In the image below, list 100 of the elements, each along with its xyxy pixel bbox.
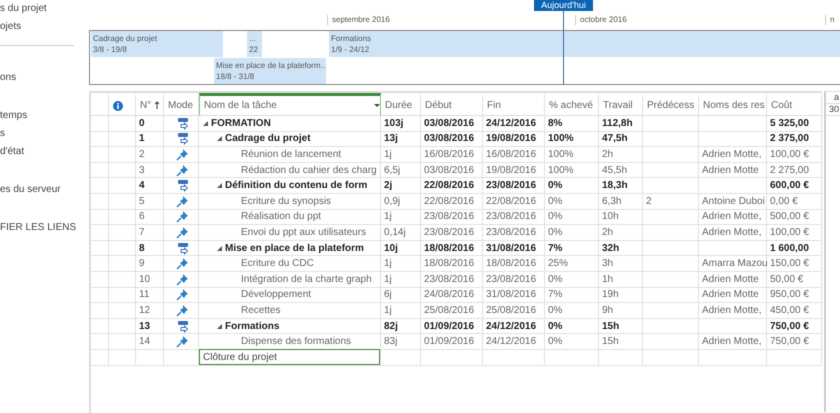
column-header[interactable]: % achevé: [545, 93, 599, 116]
table-cell: 1j: [381, 272, 421, 288]
row-header[interactable]: [91, 132, 109, 148]
table-cell: 2 275,00: [767, 162, 822, 178]
row-header[interactable]: [91, 178, 109, 194]
table-cell: 750,00 €: [767, 334, 822, 350]
table-cell: 112,8h: [599, 116, 643, 132]
table-cell: 0%: [545, 210, 599, 226]
timeline-bar[interactable]: Formations 1/9 - 24/12: [329, 31, 840, 57]
bar-label: ...: [249, 34, 257, 43]
table-cell: 1 600,00: [767, 240, 822, 256]
empty-cell: [109, 147, 136, 163]
column-header[interactable]: Coût: [767, 93, 822, 116]
task-name: Recettes: [241, 304, 280, 316]
column-header[interactable]: Nom de la tâche: [199, 93, 381, 116]
task-number: 9: [136, 256, 164, 272]
empty-cell: [767, 350, 822, 366]
row-header[interactable]: [91, 318, 109, 334]
sidebar-item[interactable]: temps: [0, 110, 88, 122]
task-number: 0: [136, 116, 164, 132]
empty-cell: [109, 334, 136, 350]
row-header[interactable]: [91, 350, 109, 366]
task-number: 2: [136, 147, 164, 163]
row-header[interactable]: [91, 272, 109, 288]
task-number: 5: [136, 194, 164, 210]
row-header[interactable]: [91, 256, 109, 272]
table-cell: 1j: [381, 256, 421, 272]
table-cell: 600,00 €: [767, 178, 822, 194]
empty-cell: [545, 350, 599, 366]
empty-cell: [109, 256, 136, 272]
bar-dates: 3/8 - 19/8: [93, 45, 128, 54]
task-number: 14: [136, 334, 164, 350]
today-badge: Aujourd'hui: [534, 0, 593, 11]
month-label: septembre 2016: [327, 15, 390, 25]
table-cell: 2h: [599, 225, 643, 241]
table-cell: 25/08/2016: [483, 303, 545, 319]
row-header[interactable]: [91, 240, 109, 256]
row-header[interactable]: [91, 303, 109, 319]
column-header[interactable]: Fin: [483, 93, 545, 116]
empty-cell: [699, 318, 767, 334]
timeline-bar[interactable]: Cadrage du projet 3/8 - 19/8: [91, 31, 223, 57]
empty-cell: [643, 350, 699, 366]
row-header[interactable]: [91, 334, 109, 350]
empty-cell: [643, 116, 699, 132]
empty-cell: [643, 132, 699, 148]
sidebar-item[interactable]: ons: [0, 72, 88, 84]
table-cell: 45,5h: [599, 162, 643, 178]
timescale-label: a: [826, 92, 840, 104]
info-icon: [113, 100, 123, 110]
task-name: Réunion de lancement: [241, 148, 342, 160]
table-cell: 01/09/2016: [421, 318, 483, 334]
table-cell: 6,3h: [599, 194, 643, 210]
sidebar-item[interactable]: s du projet: [0, 3, 88, 15]
table-cell: 16/08/2016: [421, 147, 483, 163]
timeline-bar[interactable]: ... 22: [247, 31, 262, 57]
bar-label: Mise en place de la plateform...: [216, 61, 324, 70]
task-name: Ecriture du synopsis: [241, 196, 332, 207]
table-cell: 24/08/2016: [421, 288, 483, 304]
column-header[interactable]: Mode: [164, 93, 199, 116]
task-name: Intégration de la charte graph: [241, 274, 372, 285]
row-header[interactable]: [91, 194, 109, 210]
row-header[interactable]: [91, 147, 109, 163]
sidebar-item[interactable]: s: [0, 128, 88, 140]
table-cell: 8%: [545, 116, 599, 132]
row-header[interactable]: [91, 116, 109, 132]
table-cell: 2h: [599, 147, 643, 163]
sidebar-item[interactable]: FIER LES LIENS: [0, 222, 88, 234]
table-cell: 950,00 €: [767, 288, 822, 304]
row-header[interactable]: [91, 210, 109, 226]
sidebar-item[interactable]: d'état: [0, 146, 88, 158]
table-cell: 6,5j: [381, 162, 421, 178]
column-header[interactable]: Durée: [381, 93, 421, 116]
empty-cell: [109, 272, 136, 288]
table-cell: 0%: [545, 194, 599, 210]
table-cell: 100,00 €: [767, 147, 822, 163]
column-header[interactable]: N°: [136, 93, 164, 116]
table-cell: 2j: [381, 178, 421, 194]
timeline-bar[interactable]: Mise en place de la plateform... 18/8 - 31/8: [214, 58, 326, 84]
column-header[interactable]: Prédécess: [643, 93, 699, 116]
row-header[interactable]: [91, 162, 109, 178]
table-cell: 25/08/2016: [421, 303, 483, 319]
table-cell: 23/08/2016: [483, 178, 545, 194]
table-cell: 22/08/2016: [483, 194, 545, 210]
table-cell: 25%: [545, 256, 599, 272]
task-number: 8: [136, 240, 164, 256]
task-name: Rédaction du cahier des charg: [241, 164, 377, 176]
row-header[interactable]: [91, 225, 109, 241]
column-header[interactable]: Début: [421, 93, 483, 116]
row-header[interactable]: [91, 288, 109, 304]
task-name-input[interactable]: Clôture du projet: [199, 349, 380, 365]
table-cell: Adrien Motte: [699, 272, 767, 288]
empty-cell: [109, 194, 136, 210]
column-header[interactable]: Noms des res: [699, 93, 767, 116]
task-number: 4: [136, 178, 164, 194]
task-name: Formations: [225, 320, 280, 332]
table-cell: 2 375,00: [767, 132, 822, 148]
table-cell: 23/08/2016: [483, 225, 545, 241]
sidebar-item[interactable]: es du serveur: [0, 184, 88, 196]
sidebar-item[interactable]: ojets: [0, 21, 88, 33]
column-header[interactable]: Travail: [599, 93, 643, 116]
